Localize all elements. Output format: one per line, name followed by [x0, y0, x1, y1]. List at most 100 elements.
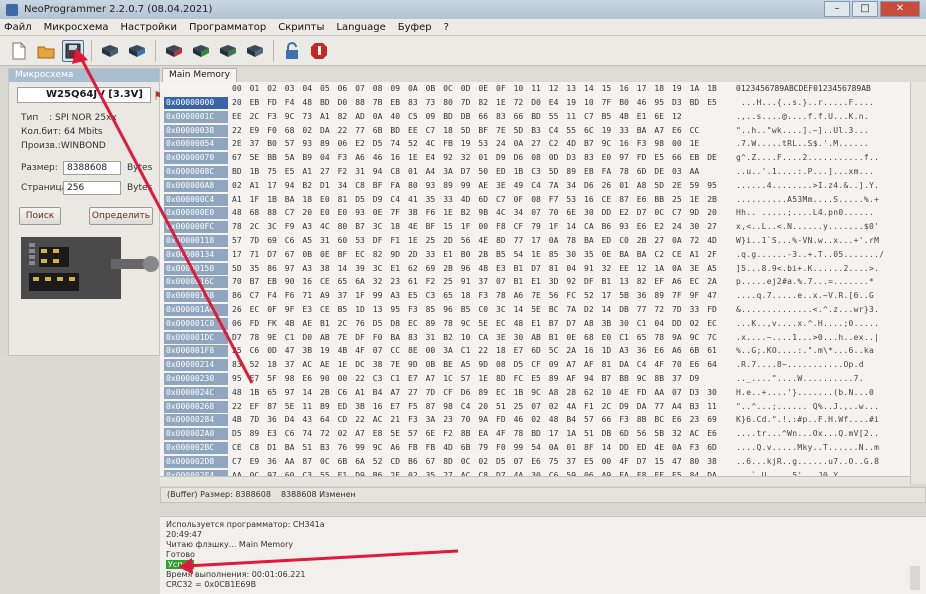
hex-row[interactable]: 0x00000188 86 C7 F4 F6 71 A9 37 1F 99 A3 E5 C3 65 18 F3… [160, 289, 926, 303]
hex-byte[interactable]: FD [637, 153, 647, 162]
hex-byte[interactable]: B5 [602, 112, 612, 121]
hex-byte[interactable]: 83 [496, 112, 506, 121]
hex-byte[interactable]: 34 [514, 208, 524, 217]
hex-byte[interactable]: AF [566, 374, 576, 383]
hex-byte[interactable]: AE [320, 360, 330, 369]
hex-byte[interactable]: DB [461, 112, 471, 121]
hex-byte[interactable]: 3C [373, 222, 383, 231]
hex-byte[interactable]: DD [602, 208, 612, 217]
hex-byte[interactable]: D0 [531, 98, 541, 107]
hex-byte[interactable]: 04 [566, 264, 576, 273]
hex-byte[interactable]: 97 [285, 264, 295, 273]
hex-byte[interactable]: 4C [496, 208, 506, 217]
hex-byte[interactable]: 81 [549, 264, 559, 273]
hex-byte[interactable]: 99 [461, 181, 471, 190]
new-file-icon[interactable] [8, 40, 30, 62]
hex-byte[interactable]: 5D [232, 264, 242, 273]
hex-byte[interactable]: 24 [496, 139, 506, 148]
hex-byte[interactable]: B3 [531, 126, 541, 135]
hex-byte[interactable]: F3 [338, 153, 348, 162]
hex-byte[interactable]: 2C [602, 402, 612, 411]
hex-byte[interactable]: 53 [566, 195, 576, 204]
hex-byte[interactable]: 3B [302, 346, 312, 355]
hex-byte[interactable]: 34 [338, 181, 348, 190]
hex-byte[interactable]: 9F [690, 291, 700, 300]
hex-byte[interactable]: DA [320, 126, 330, 135]
hex-row[interactable]: 0x000001DC D7 78 9E C1 D0 AB 7E DF F0 BA 83 31 B2 10 CA… [160, 331, 926, 345]
save-icon[interactable] [62, 39, 84, 62]
hex-byte[interactable]: 1F [549, 222, 559, 231]
hex-byte[interactable]: 07 [672, 388, 682, 397]
hex-byte[interactable]: FK [267, 319, 277, 328]
hex-row[interactable]: 0x000000C4 A1 1F 1B BA 18 E0 81 D5 D9 C4 41 35 33 4D 6D… [160, 193, 926, 207]
hex-byte[interactable]: 13 [373, 305, 383, 314]
hex-byte[interactable]: CE [602, 195, 612, 204]
hex-byte[interactable]: 92 [443, 153, 453, 162]
hex-byte[interactable]: 18 [390, 222, 400, 231]
hex-byte[interactable]: 3E [496, 333, 506, 342]
hex-byte[interactable]: 90 [320, 374, 330, 383]
hex-byte[interactable]: 22 [232, 126, 242, 135]
hex-byte[interactable]: 8B [637, 415, 647, 424]
hex-byte[interactable]: F3 [408, 305, 418, 314]
hex-byte[interactable]: EE [619, 264, 629, 273]
hex-byte[interactable]: 90 [285, 277, 295, 286]
hex-byte[interactable]: AE [302, 319, 312, 328]
hex-byte[interactable]: 68 [584, 333, 594, 342]
hex-byte[interactable]: 77 [654, 402, 664, 411]
hex-byte[interactable]: EB [267, 277, 277, 286]
hex-byte[interactable]: 78 [443, 319, 453, 328]
hex-byte[interactable]: A4 [426, 167, 436, 176]
hex-byte[interactable]: 6D [619, 429, 629, 438]
hex-byte[interactable]: EA [478, 429, 488, 438]
hex-row[interactable]: 0x00000070 67 5E BB 5A B9 04 F3 A6 46 16 1E E4 92 32 01… [160, 151, 926, 165]
hex-byte[interactable]: 01 [566, 443, 576, 452]
hex-byte[interactable]: 43 [302, 415, 312, 424]
hex-byte[interactable]: 72 [320, 429, 330, 438]
hex-byte[interactable]: 7D [250, 415, 260, 424]
hex-byte[interactable]: D9 [496, 153, 506, 162]
hex-byte[interactable]: 4B [478, 264, 488, 273]
hex-byte[interactable]: 96 [461, 264, 471, 273]
hex-byte[interactable]: 14 [302, 388, 312, 397]
hex-byte[interactable]: 2B [707, 195, 717, 204]
hex-byte[interactable]: 07 [514, 457, 524, 466]
hex-vertical-scrollbar[interactable] [910, 82, 926, 484]
hex-byte[interactable]: A3 [302, 264, 312, 273]
hex-byte[interactable]: 37 [566, 457, 576, 466]
hex-byte[interactable]: 93 [426, 181, 436, 190]
hex-byte[interactable]: B4 [373, 388, 383, 397]
hex-byte[interactable]: F2 [443, 429, 453, 438]
hex-byte[interactable]: 02 [338, 429, 348, 438]
hex-byte[interactable]: 41 [408, 195, 418, 204]
hex-byte[interactable]: FD [637, 388, 647, 397]
hex-byte[interactable]: 14 [566, 222, 576, 231]
hex-byte[interactable]: 1E [338, 360, 348, 369]
hex-byte[interactable]: 37 [250, 139, 260, 148]
hex-byte[interactable]: BA [285, 443, 295, 452]
hex-byte[interactable]: E5 [654, 153, 664, 162]
hex-byte[interactable]: 4E [619, 388, 629, 397]
hex-byte[interactable]: 47 [285, 346, 295, 355]
hex-byte[interactable]: F3 [408, 415, 418, 424]
hex-byte[interactable]: 88 [355, 98, 365, 107]
hex-byte[interactable]: 1B [514, 388, 524, 397]
hex-byte[interactable]: D5 [496, 457, 506, 466]
hex-byte[interactable]: 97 [619, 153, 629, 162]
hex-byte[interactable]: E7 [390, 402, 400, 411]
hex-byte[interactable]: 17 [267, 181, 277, 190]
hex-byte[interactable]: 6E [654, 112, 664, 121]
hex-byte[interactable]: BB [654, 195, 664, 204]
hex-byte[interactable]: A7 [355, 429, 365, 438]
hex-byte[interactable]: 5D [514, 126, 524, 135]
hex-byte[interactable]: 07 [531, 402, 541, 411]
hex-byte[interactable]: 53 [355, 236, 365, 245]
hex-byte[interactable]: 4B [232, 415, 242, 424]
hex-byte[interactable]: 11 [707, 402, 717, 411]
hex-byte[interactable]: 37 [285, 360, 295, 369]
hex-byte[interactable]: 37 [478, 277, 488, 286]
hex-byte[interactable]: A3 [619, 346, 629, 355]
hex-byte[interactable]: EB [250, 98, 260, 107]
hex-byte[interactable]: 85 [549, 250, 559, 259]
hex-byte[interactable]: 2C [250, 222, 260, 231]
